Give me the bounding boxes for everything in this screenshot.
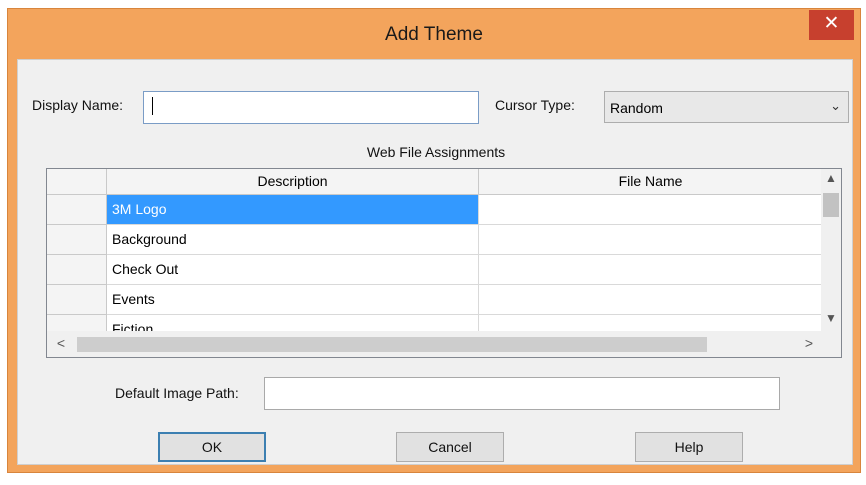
description-cell[interactable]: 3M Logo: [107, 195, 479, 225]
add-theme-dialog: Add Theme ✕ Display Name: Cursor Type: R…: [7, 8, 861, 473]
close-icon: ✕: [823, 13, 840, 34]
vertical-scroll-thumb[interactable]: [823, 193, 839, 217]
cursor-type-value: Random: [610, 100, 663, 116]
title-bar[interactable]: Add Theme ✕: [8, 9, 860, 59]
help-button[interactable]: Help: [635, 432, 743, 462]
column-header-description[interactable]: Description: [107, 169, 479, 195]
horizontal-scrollbar[interactable]: < >: [47, 331, 841, 357]
table-row[interactable]: Background: [47, 225, 823, 255]
file-name-cell[interactable]: [479, 255, 823, 285]
ok-button[interactable]: OK: [158, 432, 266, 462]
display-name-label: Display Name:: [32, 97, 124, 113]
default-image-path-input[interactable]: [264, 377, 780, 410]
file-name-cell[interactable]: [479, 195, 823, 225]
chevron-down-icon: ⌄: [830, 98, 841, 113]
web-file-assignments-caption: Web File Assignments: [366, 144, 506, 160]
row-header[interactable]: [47, 225, 107, 255]
table-row[interactable]: Events: [47, 285, 823, 315]
display-name-input[interactable]: [143, 91, 479, 124]
dialog-body: Display Name: Cursor Type: Random ⌄ Web …: [17, 59, 853, 465]
file-name-cell[interactable]: [479, 225, 823, 255]
web-file-grid[interactable]: Description File Name 3M Logo Background…: [46, 168, 842, 358]
default-image-path-label: Default Image Path:: [115, 385, 239, 401]
scrollbar-corner: [821, 331, 841, 357]
scroll-left-icon[interactable]: <: [51, 335, 71, 351]
column-header-file-name[interactable]: File Name: [479, 169, 823, 195]
dialog-title: Add Theme: [385, 24, 483, 45]
cancel-button[interactable]: Cancel: [396, 432, 504, 462]
horizontal-scroll-thumb[interactable]: [77, 337, 707, 352]
file-name-cell[interactable]: [479, 285, 823, 315]
vertical-scrollbar[interactable]: ▲ ▼: [821, 169, 841, 331]
cursor-type-label: Cursor Type:: [495, 97, 575, 113]
grid-corner-header: [47, 169, 107, 195]
scroll-down-icon[interactable]: ▼: [821, 311, 841, 325]
description-cell[interactable]: Background: [107, 225, 479, 255]
close-button[interactable]: ✕: [809, 10, 854, 40]
table-row[interactable]: 3M Logo: [47, 195, 823, 225]
table-row[interactable]: Check Out: [47, 255, 823, 285]
scroll-up-icon[interactable]: ▲: [821, 171, 841, 185]
cursor-type-select[interactable]: Random ⌄: [604, 91, 849, 123]
row-header[interactable]: [47, 285, 107, 315]
description-cell[interactable]: Check Out: [107, 255, 479, 285]
scroll-right-icon[interactable]: >: [799, 335, 819, 351]
row-header[interactable]: [47, 255, 107, 285]
text-caret: [152, 97, 153, 115]
row-header[interactable]: [47, 195, 107, 225]
description-cell[interactable]: Events: [107, 285, 479, 315]
